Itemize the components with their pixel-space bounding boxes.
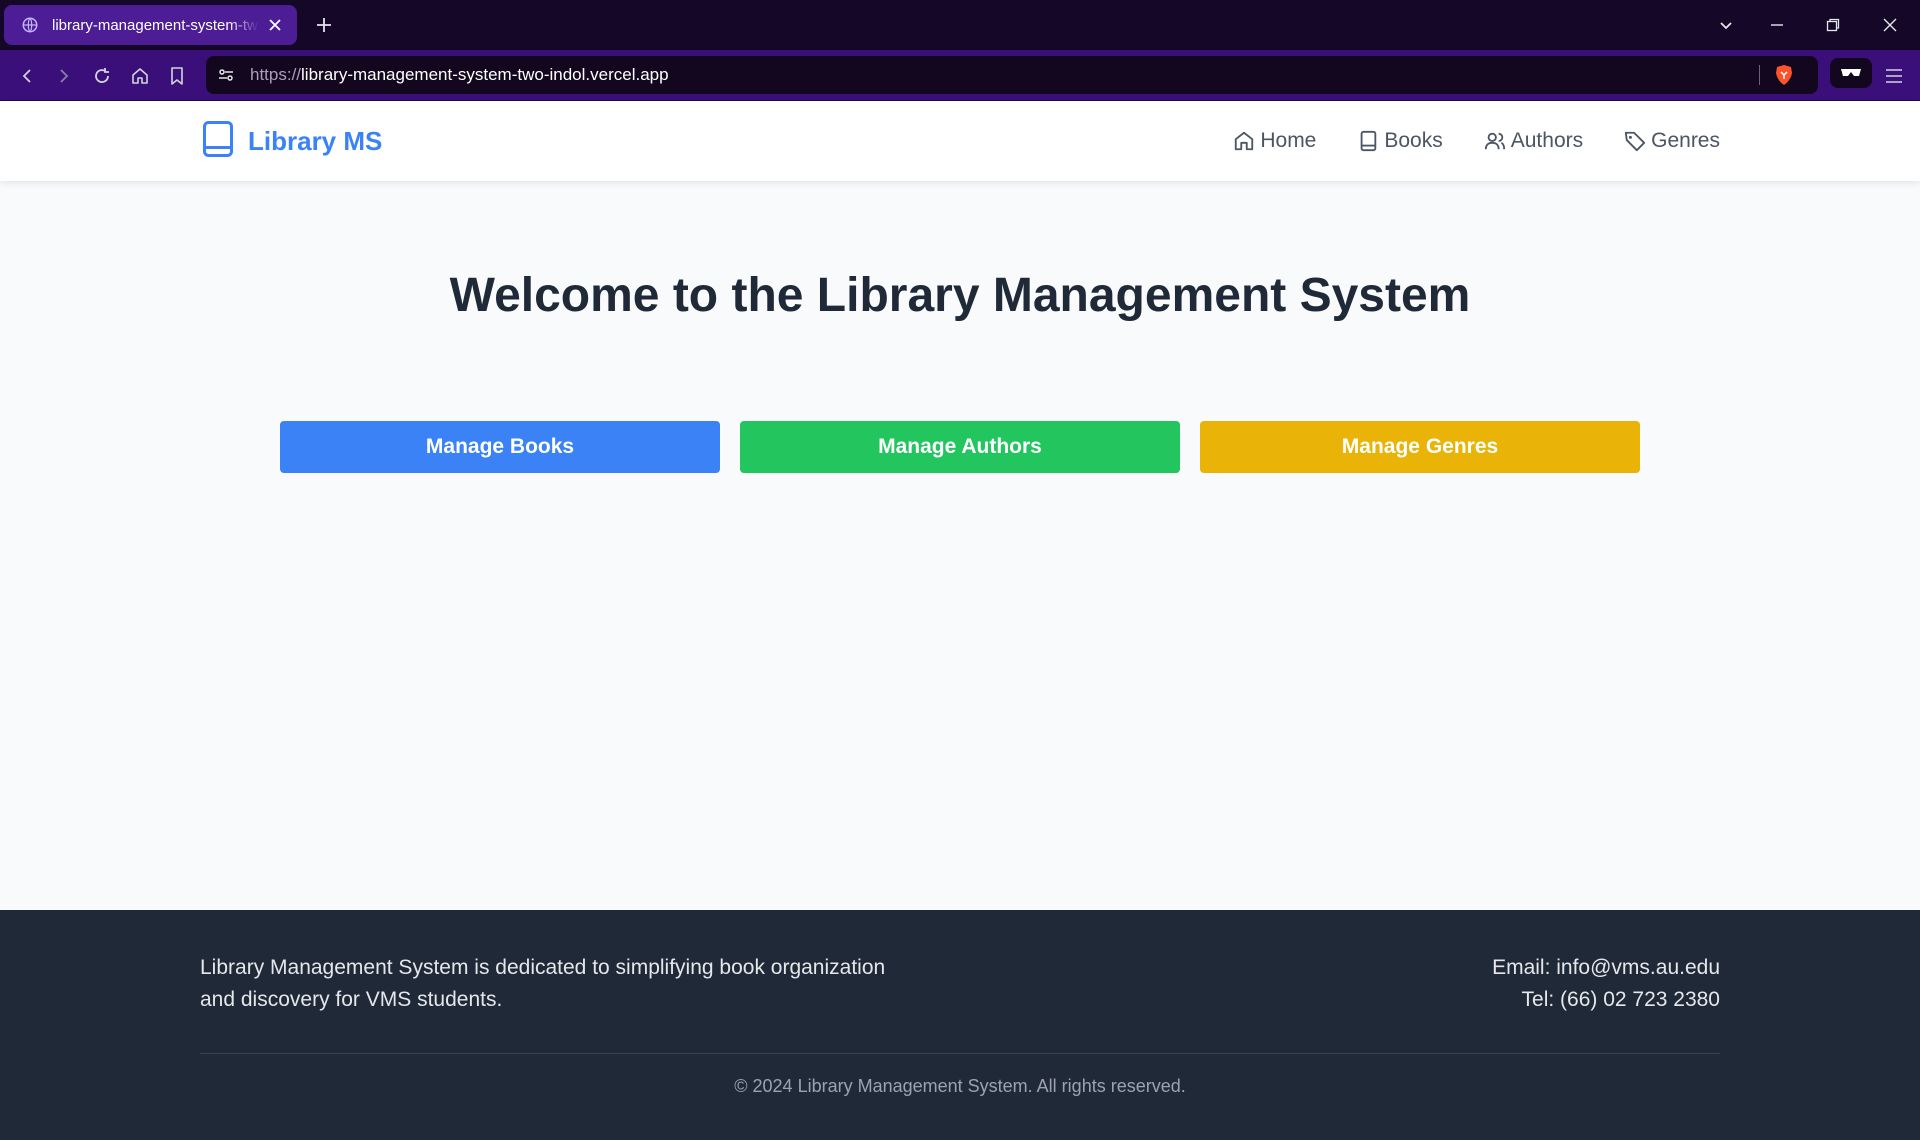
bookmark-icon[interactable]: [163, 62, 191, 90]
tab-title: library-management-system-two-indol.verc…: [52, 16, 259, 34]
manage-authors-button[interactable]: Manage Authors: [740, 421, 1180, 473]
browser-tab[interactable]: library-management-system-two-indol.verc…: [4, 5, 297, 45]
site-header: Library MS Home Books Authors Genres: [0, 101, 1920, 181]
footer-email: Email: info@vms.au.edu: [1492, 956, 1720, 979]
home-icon[interactable]: [126, 62, 154, 90]
users-icon: [1484, 130, 1506, 152]
browser-toolbar: https://library-management-system-two-in…: [0, 50, 1920, 101]
nav-authors[interactable]: Authors: [1484, 129, 1583, 153]
minimize-icon[interactable]: [1764, 12, 1790, 38]
brave-shields-icon[interactable]: [1772, 63, 1796, 87]
page-title: Welcome to the Library Management System: [449, 269, 1471, 322]
url-protocol: https://: [250, 65, 302, 84]
browser-menu-icon[interactable]: [1880, 62, 1908, 90]
new-tab-icon[interactable]: [312, 13, 336, 37]
address-bar[interactable]: https://library-management-system-two-in…: [206, 56, 1818, 94]
tag-icon: [1624, 130, 1646, 152]
footer-contact: Email: info@vms.au.edu Tel: (66) 02 723 …: [1492, 952, 1720, 1016]
footer-divider: [200, 1053, 1720, 1054]
url-text: https://library-management-system-two-in…: [250, 65, 669, 85]
book-icon: [1357, 130, 1379, 152]
manage-books-button[interactable]: Manage Books: [280, 421, 720, 473]
book-logo-icon: [202, 120, 234, 163]
nav-genres[interactable]: Genres: [1624, 129, 1720, 153]
nav-books[interactable]: Books: [1357, 129, 1443, 153]
brand-link[interactable]: Library MS: [202, 120, 383, 163]
footer-tel: Tel: (66) 02 723 2380: [1521, 988, 1720, 1011]
globe-icon: [20, 15, 40, 35]
nav-home-label: Home: [1260, 129, 1317, 152]
main-nav: Home Books Authors Genres: [1192, 121, 1720, 161]
footer-about-line-1: Library Management System is dedicated t…: [200, 956, 886, 979]
forward-icon[interactable]: [50, 62, 78, 90]
tab-list-chevron-icon[interactable]: [1713, 12, 1739, 38]
manage-genres-button[interactable]: Manage Genres: [1200, 421, 1640, 473]
url-host: library-management-system-two-indol.verc…: [301, 65, 669, 84]
footer-about-line-2: and discovery for VMS students.: [200, 988, 503, 1011]
brand-name: Library MS: [248, 125, 383, 156]
site-footer: Library Management System is dedicated t…: [0, 910, 1920, 1140]
footer-about: Library Management System is dedicated t…: [200, 952, 920, 1016]
site-settings-icon[interactable]: [206, 56, 246, 94]
reload-icon[interactable]: [88, 62, 116, 90]
close-window-icon[interactable]: [1877, 12, 1903, 38]
nav-genres-label: Genres: [1651, 129, 1720, 152]
browser-tab-bar: library-management-system-two-indol.verc…: [0, 0, 1920, 50]
nav-home[interactable]: Home: [1233, 129, 1316, 153]
back-icon[interactable]: [13, 62, 41, 90]
nav-authors-label: Authors: [1510, 129, 1584, 152]
close-tab-icon[interactable]: [265, 15, 285, 35]
extension-icon[interactable]: [1830, 58, 1872, 88]
restore-icon[interactable]: [1820, 12, 1846, 38]
address-bar-divider: [1759, 65, 1760, 85]
home-icon: [1233, 130, 1255, 152]
footer-copyright: © 2024 Library Management System. All ri…: [734, 1076, 1186, 1096]
nav-books-label: Books: [1384, 129, 1443, 152]
